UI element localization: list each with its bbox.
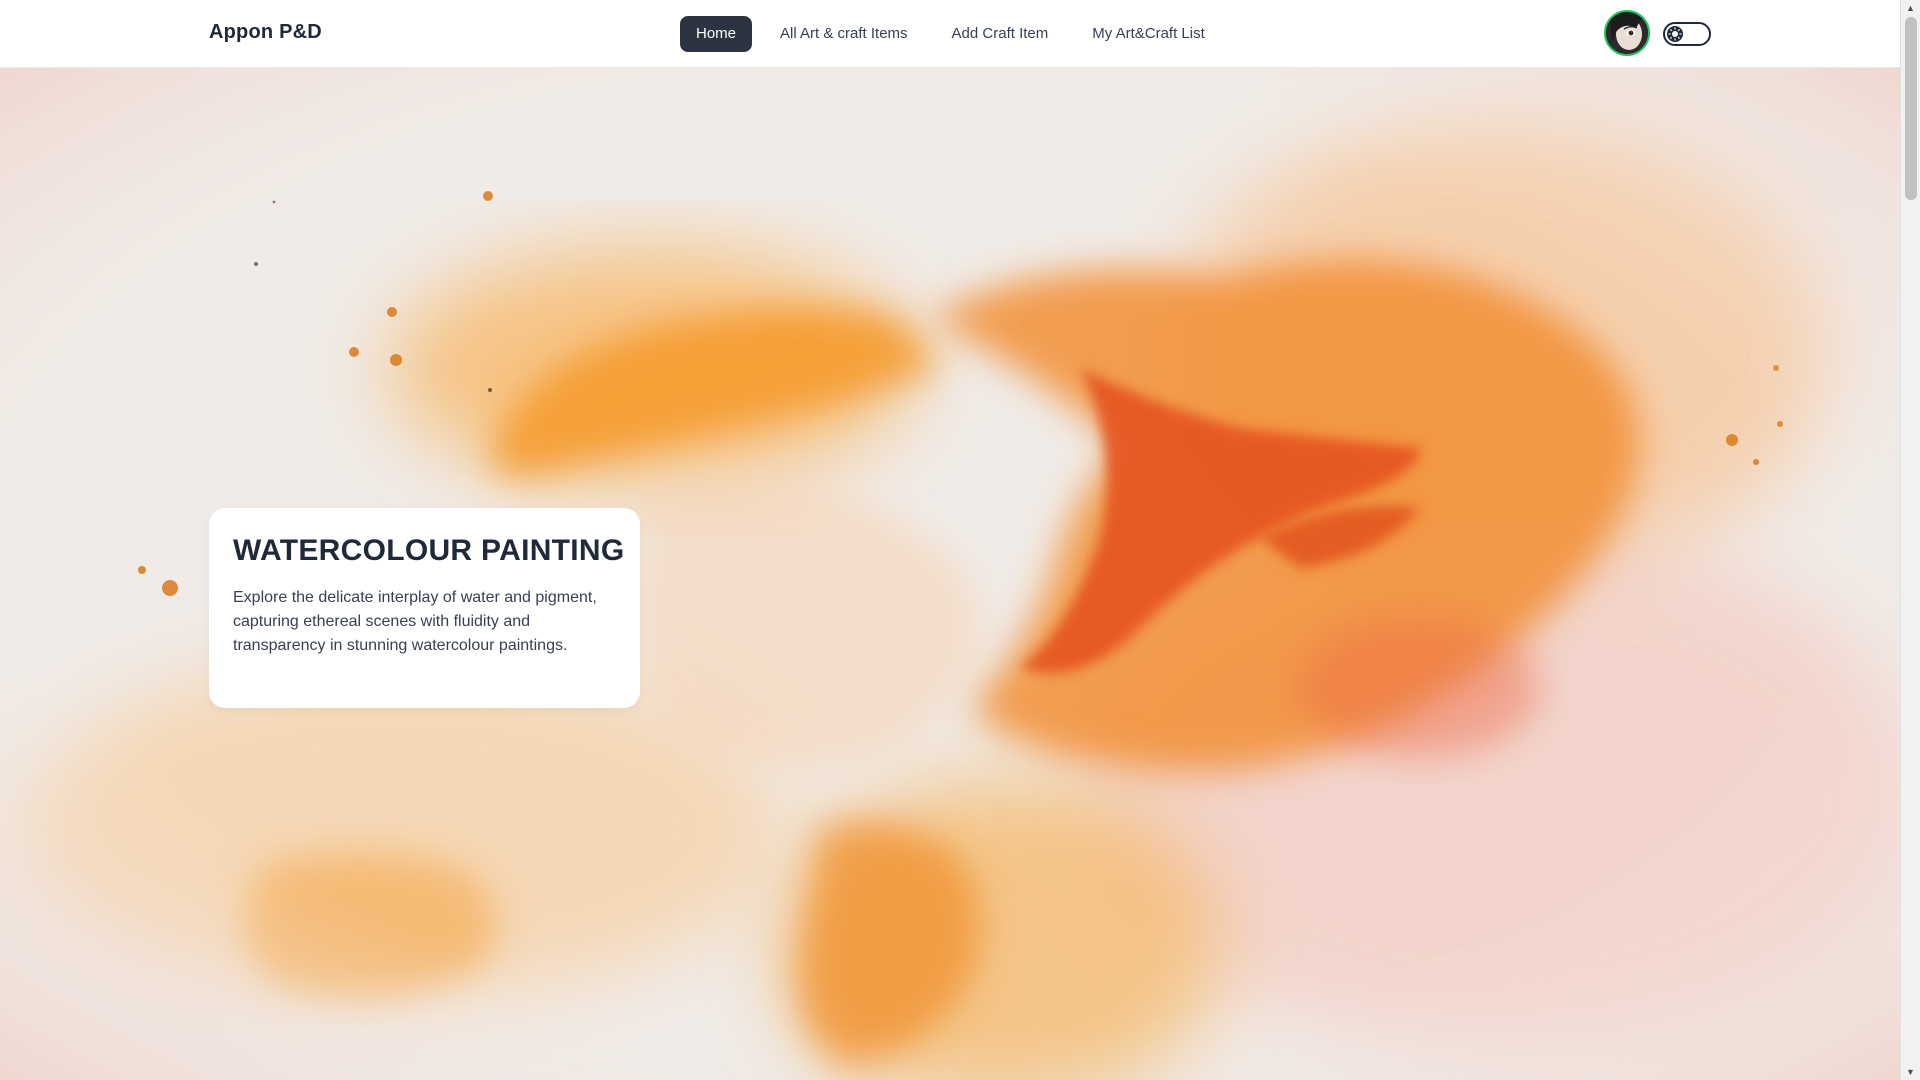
user-avatar[interactable] [1604,10,1650,56]
navbar: Appon P&D Home All Art & craft Items Add… [0,0,1900,68]
page: Appon P&D Home All Art & craft Items Add… [0,0,1920,1080]
scroll-up-arrow-icon[interactable]: ▲ [1901,0,1920,16]
hero-description: Explore the delicate interplay of water … [233,589,597,654]
sun-icon [1667,26,1683,42]
scroll-down-arrow-icon[interactable]: ▼ [1901,1064,1920,1080]
avatar-image [1606,12,1648,54]
theme-toggle[interactable] [1663,22,1711,46]
brand-logo[interactable]: Appon P&D [209,21,322,44]
page-scrollbar[interactable]: ▲ ▼ [1900,0,1920,1080]
hero-banner: WATERCOLOUR PAINTING Explore the delicat… [0,68,1900,1080]
nav-menu: Home All Art & craft Items Add Craft Ite… [680,16,1233,52]
scroll-thumb[interactable] [1905,17,1917,200]
hero-card: WATERCOLOUR PAINTING Explore the delicat… [209,508,640,708]
nav-item-add-craft-item[interactable]: Add Craft Item [936,16,1065,52]
hero-title: WATERCOLOUR PAINTING [233,534,625,567]
nav-item-my-art-craft-list[interactable]: My Art&Craft List [1076,16,1221,52]
nav-item-all-art-craft-items[interactable]: All Art & craft Items [764,16,924,52]
nav-item-home[interactable]: Home [680,16,753,52]
